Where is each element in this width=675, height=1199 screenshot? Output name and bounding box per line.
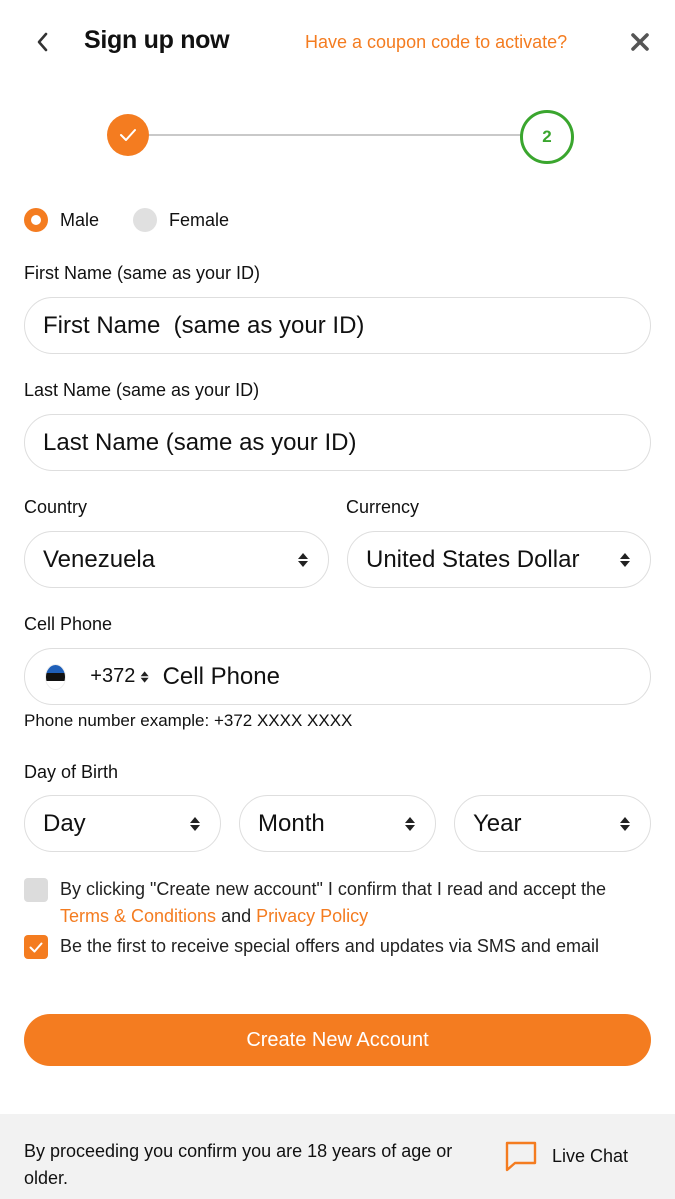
sort-arrows-icon bbox=[190, 816, 200, 831]
terms-consent-row: By clicking "Create new account" I confi… bbox=[24, 876, 654, 930]
radio-selected-icon bbox=[24, 208, 48, 232]
offers-checkbox[interactable] bbox=[24, 935, 48, 959]
birth-year-select[interactable]: Year bbox=[454, 795, 651, 852]
birth-month-value: Month bbox=[258, 809, 325, 837]
offers-consent-row: Be the first to receive special offers a… bbox=[24, 933, 654, 960]
page-title: Sign up now bbox=[84, 26, 230, 54]
chat-bubble-icon bbox=[505, 1141, 537, 1172]
step-2-current: 2 bbox=[520, 110, 574, 164]
cell-phone-field: +372 bbox=[24, 648, 651, 705]
birth-label: Day of Birth bbox=[24, 762, 119, 782]
footer: By proceeding you confirm you are 18 yea… bbox=[0, 1114, 675, 1199]
birth-month-select[interactable]: Month bbox=[239, 795, 436, 852]
header: Sign up now Have a coupon code to activa… bbox=[0, 0, 675, 84]
signup-stepper: 2 bbox=[0, 110, 675, 166]
sort-arrows-icon bbox=[298, 552, 308, 567]
first-name-label: First Name (same as your ID) bbox=[24, 263, 261, 283]
first-name-input[interactable] bbox=[43, 311, 650, 340]
terms-consent-prefix: By clicking "Create new account" I confi… bbox=[60, 879, 607, 899]
cell-phone-input[interactable] bbox=[162, 662, 650, 691]
sort-arrows-icon[interactable] bbox=[139, 668, 150, 686]
birth-year-value: Year bbox=[473, 809, 522, 837]
gender-male-radio[interactable]: Male bbox=[24, 208, 99, 232]
gender-radio-group: Male Female bbox=[24, 206, 263, 234]
sort-arrows-icon bbox=[620, 816, 630, 831]
last-name-label: Last Name (same as your ID) bbox=[24, 380, 260, 400]
phone-country-code[interactable]: +372 bbox=[90, 665, 135, 688]
last-name-input[interactable] bbox=[43, 428, 650, 457]
terms-consent-and: and bbox=[216, 906, 257, 926]
close-icon bbox=[631, 33, 649, 51]
sort-arrows-icon bbox=[620, 552, 630, 567]
chevron-left-icon bbox=[37, 32, 48, 52]
check-icon bbox=[29, 942, 43, 952]
back-button[interactable] bbox=[28, 26, 56, 58]
gender-female-radio[interactable]: Female bbox=[133, 208, 229, 232]
cell-phone-label: Cell Phone bbox=[24, 614, 113, 634]
close-button[interactable] bbox=[626, 28, 654, 56]
gender-female-label: Female bbox=[169, 209, 230, 230]
sort-arrows-icon bbox=[405, 816, 415, 831]
live-chat-button[interactable]: Live Chat bbox=[504, 1140, 628, 1172]
stepper-line bbox=[148, 134, 522, 136]
terms-checkbox[interactable] bbox=[24, 878, 48, 902]
coupon-link[interactable]: Have a coupon code to activate? bbox=[305, 32, 567, 53]
live-chat-label: Live Chat bbox=[552, 1145, 629, 1166]
birth-day-value: Day bbox=[43, 809, 86, 837]
create-account-button[interactable]: Create New Account bbox=[24, 1014, 651, 1066]
country-select[interactable]: Venezuela bbox=[24, 531, 329, 588]
currency-select[interactable]: United States Dollar bbox=[347, 531, 651, 588]
currency-label: Currency bbox=[346, 497, 420, 517]
step-1-completed bbox=[107, 114, 149, 156]
offers-consent-text: Be the first to receive special offers a… bbox=[60, 936, 599, 956]
privacy-policy-link[interactable]: Privacy Policy bbox=[256, 906, 368, 926]
country-value: Venezuela bbox=[43, 545, 156, 573]
terms-consent-text: By clicking "Create new account" I confi… bbox=[60, 876, 654, 930]
country-label: Country bbox=[24, 497, 88, 517]
last-name-field bbox=[24, 414, 651, 471]
terms-link[interactable]: Terms & Conditions bbox=[60, 906, 216, 926]
estonia-flag-icon[interactable] bbox=[45, 663, 67, 690]
currency-value: United States Dollar bbox=[366, 545, 580, 573]
birth-day-select[interactable]: Day bbox=[24, 795, 221, 852]
phone-example-hint: Phone number example: +372 XXXX XXXX bbox=[24, 711, 353, 730]
radio-unselected-icon bbox=[133, 208, 158, 232]
gender-male-label: Male bbox=[60, 209, 100, 230]
check-icon bbox=[120, 129, 136, 141]
first-name-field bbox=[24, 297, 651, 354]
age-notice: By proceeding you confirm you are 18 yea… bbox=[24, 1141, 453, 1188]
